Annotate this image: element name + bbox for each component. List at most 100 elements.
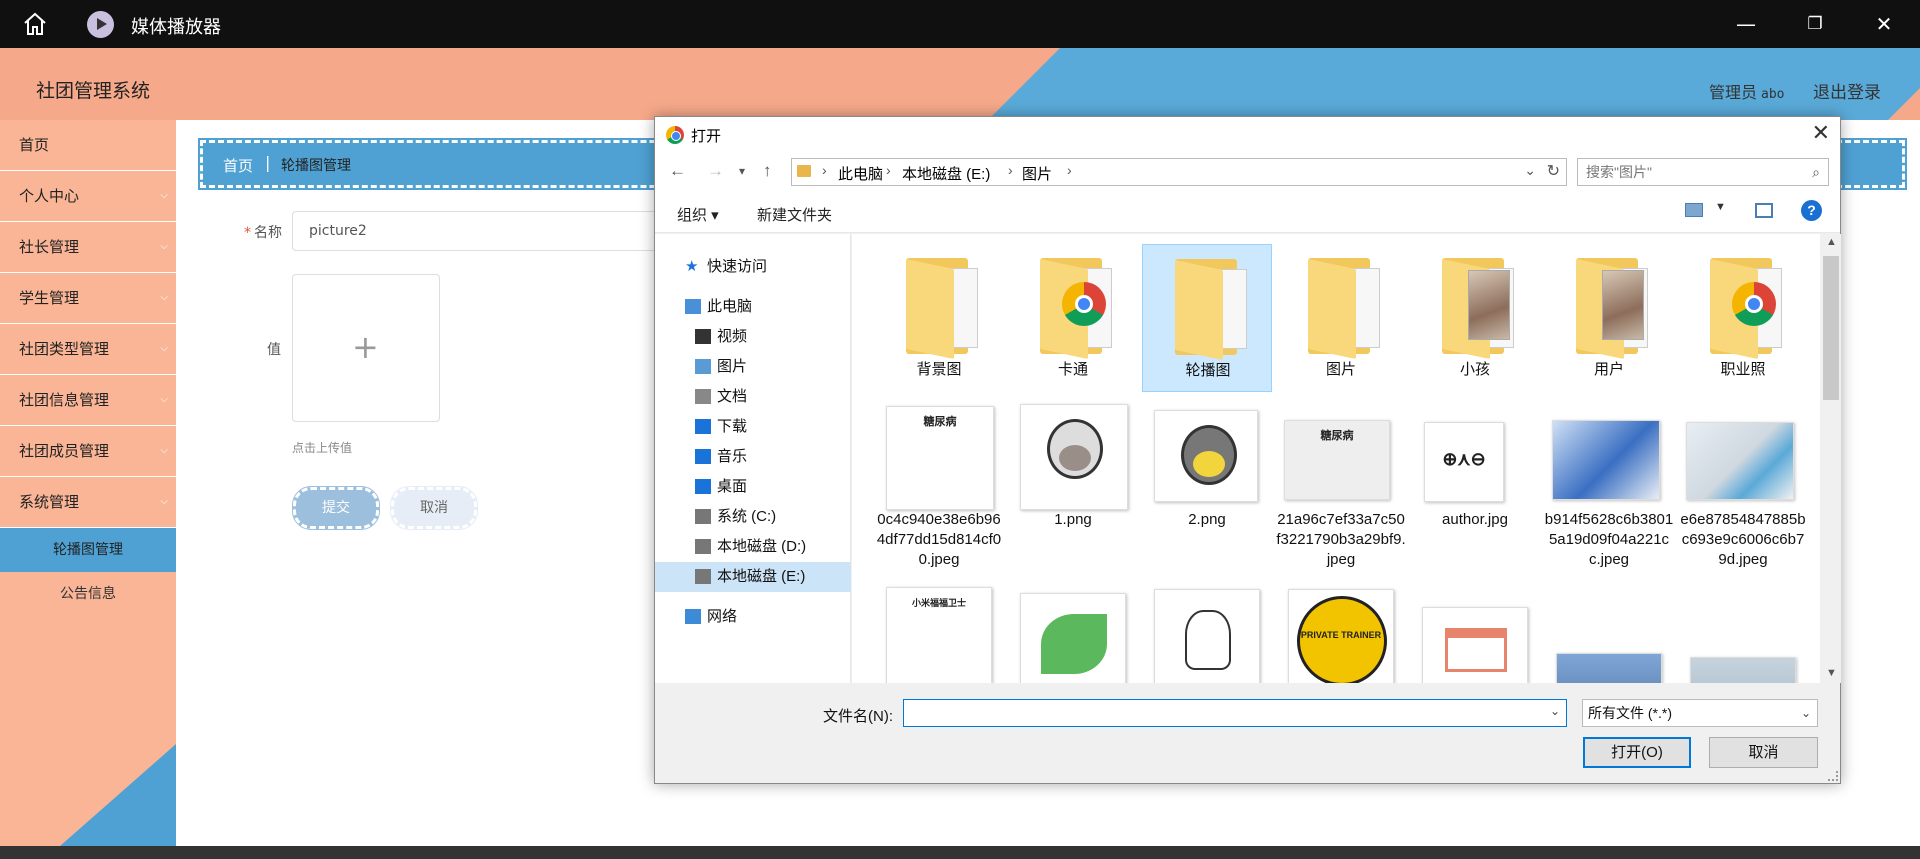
- path-segment[interactable]: 此电脑: [838, 163, 883, 184]
- sidebar-item[interactable]: 个人中心 ⌵: [0, 171, 176, 222]
- sidebar-item[interactable]: 学生管理 ⌵: [0, 273, 176, 324]
- folder-item[interactable]: 小孩: [1410, 244, 1540, 392]
- folder-icon: [797, 165, 811, 177]
- dialog-titlebar: 打开 ✕: [655, 117, 1840, 151]
- nav-item[interactable]: 系统 (C:): [655, 502, 851, 532]
- nav-item-label: 文档: [717, 388, 748, 405]
- folder-item[interactable]: 职业照: [1678, 244, 1808, 392]
- close-window-button[interactable]: ✕: [1870, 10, 1898, 38]
- folder-item[interactable]: 背景图: [874, 244, 1004, 392]
- file-item[interactable]: 小米福福卫士: [874, 579, 1004, 683]
- sidebar-item[interactable]: 社团类型管理 ⌵: [0, 324, 176, 375]
- scrollbar-thumb[interactable]: [1823, 256, 1839, 400]
- chrome-icon: [1062, 282, 1106, 326]
- minimize-button[interactable]: —: [1732, 10, 1760, 38]
- sidebar-item[interactable]: 社长管理 ⌵: [0, 222, 176, 273]
- chevron-down-icon: ⌵: [160, 343, 168, 354]
- nav-item[interactable]: 网络: [655, 602, 851, 632]
- chevron-down-icon: ⌵: [160, 241, 168, 252]
- image-uploader[interactable]: +: [292, 274, 440, 422]
- folder-item[interactable]: 卡通: [1008, 244, 1138, 392]
- view-options-icon[interactable]: [1685, 203, 1703, 217]
- file-item[interactable]: b914f5628c6b38015a19d09f04a221cc.jpeg: [1544, 396, 1674, 576]
- app-header: 社团管理系统 管理员 abo 退出登录: [0, 48, 1920, 120]
- nav-item[interactable]: 本地磁盘 (D:): [655, 532, 851, 562]
- nav-item[interactable]: 桌面: [655, 472, 851, 502]
- folder-item[interactable]: 用户: [1544, 244, 1674, 392]
- address-bar[interactable]: › 此电脑 › 本地磁盘 (E:) › 图片 › ⌄ ↻: [791, 158, 1567, 186]
- nav-item[interactable]: 文档: [655, 382, 851, 412]
- refresh-icon[interactable]: ↻: [1547, 161, 1560, 181]
- nav-item[interactable]: 音乐: [655, 442, 851, 472]
- sidebar-item[interactable]: 首页: [0, 120, 176, 171]
- chevron-down-icon[interactable]: ⌄: [1524, 162, 1536, 179]
- resize-grip-icon[interactable]: [1828, 771, 1838, 781]
- name-input[interactable]: picture2: [292, 211, 672, 251]
- filetype-select[interactable]: 所有文件 (*.*) ⌄: [1582, 699, 1818, 727]
- sidebar-item-label: 社团类型管理: [19, 340, 110, 358]
- sidebar-submenu: 轮播图管理 公告信息: [0, 528, 176, 616]
- sidebar-item[interactable]: 社团信息管理 ⌵: [0, 375, 176, 426]
- photo-preview-icon: [1602, 270, 1644, 340]
- nav-item[interactable]: 图片: [655, 352, 851, 382]
- scroll-down-icon[interactable]: ▼: [1826, 667, 1837, 679]
- folder-icon: [906, 258, 980, 360]
- file-item[interactable]: [1678, 579, 1808, 683]
- submit-button[interactable]: 提交: [292, 486, 380, 530]
- back-arrow-icon[interactable]: ←: [669, 161, 686, 181]
- image-thumbnail: 小米福福卫士: [886, 587, 992, 683]
- up-arrow-icon[interactable]: ↑: [763, 161, 772, 181]
- file-item[interactable]: [1544, 579, 1674, 683]
- home-icon[interactable]: [22, 11, 48, 37]
- chevron-down-icon[interactable]: ▼: [1715, 201, 1726, 213]
- nav-item[interactable]: 此电脑: [655, 292, 851, 322]
- sidebar-subitem[interactable]: 轮播图管理: [0, 528, 176, 572]
- logout-link[interactable]: 退出登录: [1813, 78, 1881, 103]
- path-segment[interactable]: 图片: [1022, 163, 1052, 184]
- chevron-down-icon[interactable]: ⌄: [1550, 704, 1560, 718]
- cancel-form-button[interactable]: 取消: [390, 486, 478, 530]
- filename-input[interactable]: ⌄: [903, 699, 1567, 727]
- folder-item[interactable]: 轮播图: [1142, 244, 1272, 392]
- organize-menu[interactable]: 组织 ▾: [677, 204, 719, 225]
- file-item[interactable]: e6e87854847885bc693e9c6006c6b79d.jpeg: [1678, 396, 1808, 576]
- sidebar-subitem[interactable]: 公告信息: [0, 572, 176, 616]
- nav-item[interactable]: 下载: [655, 412, 851, 442]
- file-item[interactable]: [1008, 579, 1138, 683]
- file-item[interactable]: 1.png: [1008, 396, 1138, 576]
- nav-item[interactable]: ★ 快速访问: [655, 252, 851, 282]
- file-list: 背景图 卡通 轮播图 图片 小孩 用户 职业照糖尿病 0c4c940e38e6b964df77…: [852, 234, 1820, 683]
- nav-item-label: 下载: [717, 418, 748, 435]
- dialog-cancel-button[interactable]: 取消: [1709, 737, 1818, 768]
- folder-item[interactable]: 图片: [1276, 244, 1406, 392]
- dialog-close-button[interactable]: ✕: [1812, 120, 1830, 146]
- file-item[interactable]: 2.png: [1142, 396, 1272, 576]
- forward-arrow-icon[interactable]: →: [707, 161, 724, 181]
- image-thumbnail: [1552, 420, 1660, 500]
- nav-item[interactable]: 本地磁盘 (E:): [655, 562, 851, 592]
- search-input[interactable]: 搜索"图片" ⌕: [1577, 158, 1829, 186]
- breadcrumb-home[interactable]: 首页: [223, 155, 253, 176]
- file-item[interactable]: [1410, 579, 1540, 683]
- restore-button[interactable]: ❐: [1801, 10, 1829, 38]
- file-item[interactable]: [1142, 579, 1272, 683]
- help-icon[interactable]: ?: [1801, 200, 1822, 221]
- sidebar-item[interactable]: 系统管理 ⌵: [0, 477, 176, 528]
- file-name: 21a96c7ef33a7c50f3221790b3a29bf9.jpeg: [1276, 511, 1406, 568]
- preview-pane-icon[interactable]: [1755, 203, 1773, 218]
- nav-item[interactable]: 视频: [655, 322, 851, 352]
- file-item[interactable]: 糖尿病 0c4c940e38e6b964df77dd15d814cf00.jpeg: [874, 396, 1004, 576]
- sidebar-item[interactable]: 社团成员管理 ⌵: [0, 426, 176, 477]
- open-button[interactable]: 打开(O): [1583, 737, 1691, 768]
- folder-icon: [1710, 258, 1784, 360]
- scroll-up-icon[interactable]: ▲: [1826, 236, 1837, 248]
- recent-locations-icon[interactable]: ▾: [739, 164, 745, 178]
- file-list-scrollbar[interactable]: ▲ ▼: [1821, 234, 1841, 683]
- path-segment[interactable]: 本地磁盘 (E:): [902, 163, 990, 184]
- file-item[interactable]: PRIVATE TRAINER: [1276, 579, 1406, 683]
- new-folder-button[interactable]: 新建文件夹: [757, 204, 832, 225]
- folder-icon: [1040, 258, 1114, 360]
- file-item[interactable]: 糖尿病 21a96c7ef33a7c50f3221790b3a29bf9.jpeg: [1276, 396, 1406, 576]
- folder-name: 卡通: [1057, 361, 1088, 378]
- file-item[interactable]: ⊕⋏⊖ author.jpg: [1410, 396, 1540, 576]
